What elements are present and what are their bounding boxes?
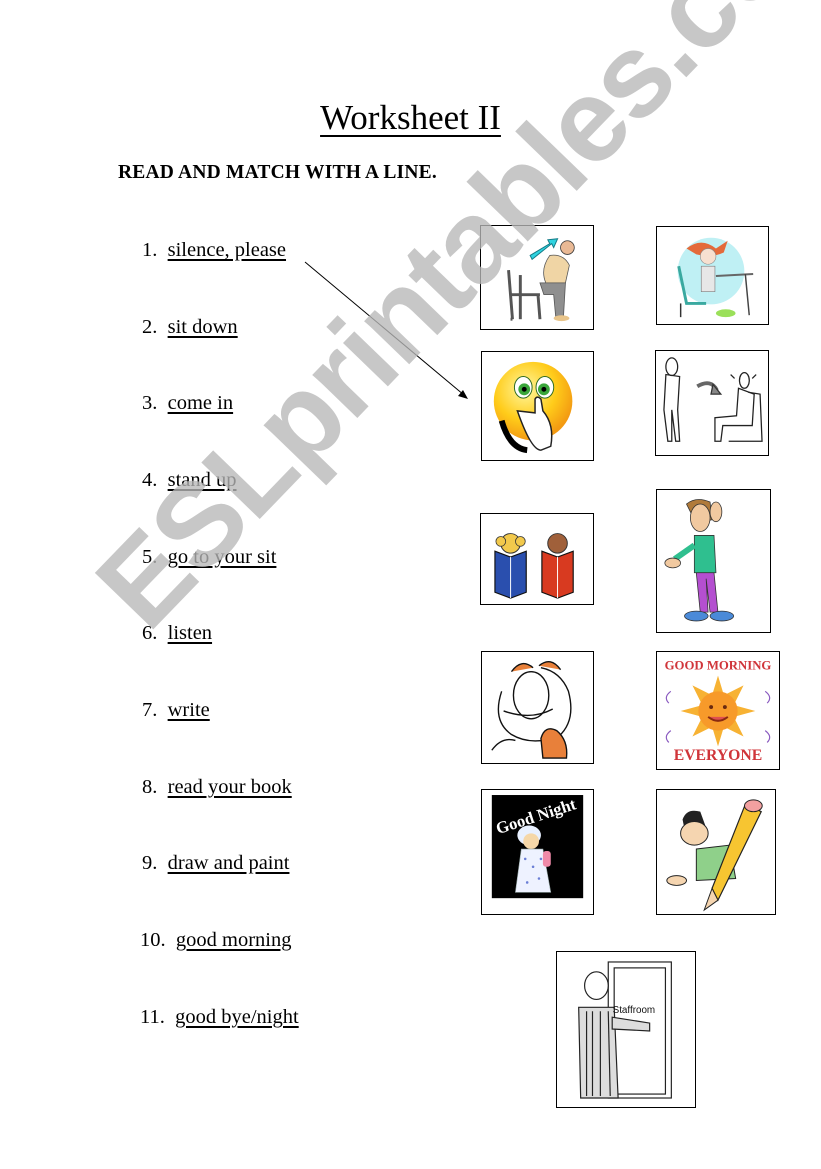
worksheet-title: Worksheet II xyxy=(320,98,501,137)
picture-listen-man xyxy=(656,489,771,633)
item-phrase: stand up xyxy=(167,469,237,491)
everyone-caption: EVERYONE xyxy=(674,747,763,764)
staffroom-sign: Staffroom xyxy=(613,1005,656,1016)
instruction-text: READ AND MATCH WITH A LINE. xyxy=(118,162,437,183)
list-item: 2. sit down xyxy=(142,316,238,338)
list-item: 1. silence, please xyxy=(142,239,287,261)
item-phrase: come in xyxy=(167,392,234,414)
item-phrase: silence, please xyxy=(167,239,287,261)
write-pencil-illustration xyxy=(666,799,763,912)
read-books-illustration xyxy=(494,533,574,599)
item-phrase: draw and paint xyxy=(167,852,290,874)
list-item: 6. listen xyxy=(142,622,213,644)
picture-stand-up xyxy=(480,225,594,330)
sit-down-illustration xyxy=(663,357,763,442)
picture-garfield xyxy=(481,651,594,764)
picture-silence-smiley xyxy=(481,351,594,461)
item-phrase: listen xyxy=(167,622,213,644)
picture-write-pencil xyxy=(656,789,776,915)
picture-come-in-staffroom: Staffroom xyxy=(556,951,696,1108)
good-morning-sun-illustration: GOOD MORNING EVERYONE xyxy=(665,659,772,764)
good-morning-caption: GOOD MORNING xyxy=(665,659,772,673)
list-item: 10. good morning xyxy=(140,929,292,951)
picture-good-night-girl: Good Night xyxy=(481,789,594,915)
list-item: 8. read your book xyxy=(142,776,292,798)
stand-up-illustration xyxy=(507,238,575,322)
picture-sit-at-desk xyxy=(656,226,769,325)
list-item: 9. draw and paint xyxy=(142,852,290,874)
picture-sit-down-figures xyxy=(655,350,769,456)
item-phrase: good morning xyxy=(175,929,292,951)
item-phrase: good bye/night xyxy=(175,1006,299,1028)
list-item: 3. come in xyxy=(142,392,234,414)
item-phrase: write xyxy=(167,699,210,721)
listen-man-illustration xyxy=(664,499,735,622)
garfield-illustration xyxy=(491,661,572,759)
item-phrase: sit down xyxy=(167,316,238,338)
silence-smiley-illustration xyxy=(493,361,573,454)
picture-good-morning-sun: GOOD MORNING EVERYONE xyxy=(656,651,780,770)
list-item: 5. go to your sit xyxy=(142,546,277,568)
sit-at-desk-illustration xyxy=(677,237,754,318)
list-item: 11. good bye/night xyxy=(140,1006,299,1028)
item-phrase: read your book xyxy=(167,776,292,798)
item-phrase: go to your sit xyxy=(167,546,277,568)
come-in-staffroom-illustration: Staffroom xyxy=(578,961,672,1099)
picture-read-books xyxy=(480,513,594,605)
list-item: 7. write xyxy=(142,699,210,721)
list-item: 4. stand up xyxy=(142,469,237,491)
good-night-illustration: Good Night xyxy=(491,794,584,899)
